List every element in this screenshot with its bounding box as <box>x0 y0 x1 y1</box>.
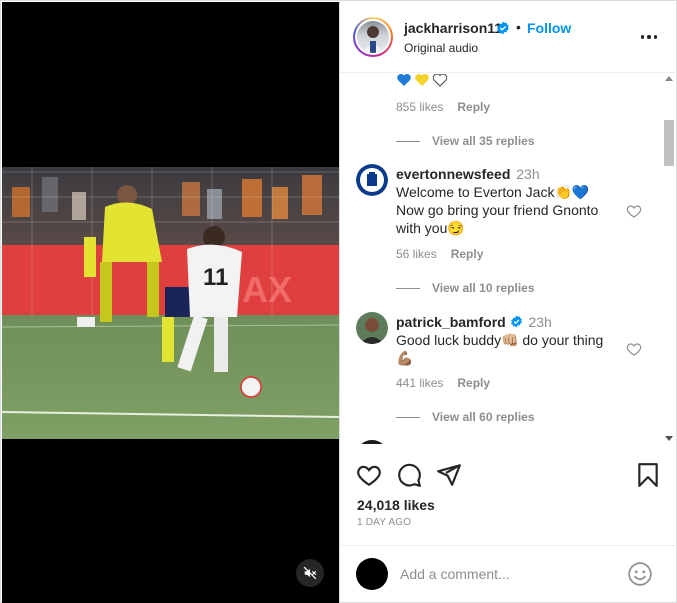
verified-badge-icon <box>497 21 509 35</box>
comment-likes[interactable]: 441 likes <box>396 376 443 390</box>
post-modal: AX 11 jackharrison11 • Follow Original a… <box>0 0 677 603</box>
comment-likes[interactable]: 56 likes <box>396 247 437 261</box>
comment-emoji-text <box>396 74 448 91</box>
verified-badge-icon <box>510 315 522 328</box>
comment-time[interactable]: 23h <box>516 166 539 182</box>
video-player[interactable]: AX 11 <box>2 167 339 439</box>
comment-body: kitson9292 1d <box>396 441 621 444</box>
scroll-down-arrow-icon[interactable] <box>665 436 673 441</box>
reply-button[interactable]: Reply <box>451 247 484 261</box>
like-comment-heart-icon[interactable] <box>626 341 642 357</box>
post-details-panel: jackharrison11 • Follow Original audio 8… <box>339 2 677 603</box>
commenter-avatar[interactable] <box>356 440 388 444</box>
media-pane: AX 11 <box>2 2 339 603</box>
more-options-icon[interactable] <box>637 27 661 47</box>
comment-icon[interactable] <box>396 462 422 488</box>
mute-button[interactable] <box>296 559 324 587</box>
like-count[interactable]: 24,018 likes <box>357 497 435 513</box>
heart-icon[interactable] <box>356 462 382 488</box>
avatar-image <box>356 312 388 344</box>
commenter-avatar[interactable] <box>356 312 388 344</box>
comment-body: patrick_bamford 23h Good luck buddy👊🏼 do… <box>396 313 621 367</box>
comment-username[interactable]: evertonnewsfeed <box>396 166 510 182</box>
heart-emoji-row-icon <box>397 74 448 87</box>
comment-meta: 855 likes Reply <box>396 100 490 114</box>
comment-body: evertonnewsfeed 23h Welcome to Everton J… <box>396 165 621 237</box>
comments-list[interactable]: 855 likes Reply View all 35 replies evert… <box>340 74 677 444</box>
follow-button[interactable]: Follow <box>527 20 571 36</box>
comment-likes[interactable]: 855 likes <box>396 100 443 114</box>
comment-time[interactable]: 23h <box>528 314 551 330</box>
svg-text:11: 11 <box>203 264 228 291</box>
comment-text: Welcome to Everton Jack👏💙 Now go bring y… <box>396 184 599 236</box>
comment-time[interactable]: 1d <box>474 442 490 444</box>
add-comment-bar <box>340 545 677 603</box>
comment-meta: 441 likes Reply <box>396 376 490 390</box>
like-comment-heart-icon[interactable] <box>626 203 642 219</box>
audio-label[interactable]: Original audio <box>404 41 478 55</box>
view-replies-button[interactable]: View all 35 replies <box>396 134 535 148</box>
comment-username[interactable]: kitson9292 <box>396 442 468 444</box>
author-avatar[interactable] <box>353 17 393 57</box>
post-header: jackharrison11 • Follow Original audio <box>340 2 677 73</box>
comment-input[interactable] <box>400 562 615 586</box>
comment-username[interactable]: patrick_bamford <box>396 314 506 330</box>
comments-scrollbar[interactable] <box>663 74 674 444</box>
everton-crest-icon <box>356 164 388 196</box>
separator-dot: • <box>516 19 521 35</box>
view-replies-button[interactable]: View all 10 replies <box>396 281 535 295</box>
svg-text:AX: AX <box>242 269 292 310</box>
view-replies-label: View all 60 replies <box>432 410 535 424</box>
author-username[interactable]: jackharrison11 <box>404 20 502 36</box>
view-replies-label: View all 35 replies <box>432 134 535 148</box>
comment-meta: 56 likes Reply <box>396 247 483 261</box>
video-frame: AX 11 <box>2 167 339 439</box>
view-replies-button[interactable]: View all 60 replies <box>396 410 535 424</box>
scroll-thumb[interactable] <box>664 120 674 166</box>
reply-button[interactable]: Reply <box>457 100 490 114</box>
post-actions <box>340 460 677 490</box>
commenter-avatar[interactable] <box>356 164 388 196</box>
bookmark-icon[interactable] <box>635 462 661 488</box>
send-icon[interactable] <box>436 462 462 488</box>
scroll-up-arrow-icon[interactable] <box>665 76 673 81</box>
avatar-image <box>363 26 383 53</box>
muted-speaker-icon <box>303 566 317 580</box>
post-timestamp[interactable]: 1 DAY AGO <box>357 517 411 528</box>
comment-text: Good luck buddy👊🏼 do your thing 💪🏽 <box>396 332 604 366</box>
reply-button[interactable]: Reply <box>457 376 490 390</box>
view-replies-label: View all 10 replies <box>432 281 535 295</box>
emoji-icon[interactable] <box>627 561 653 587</box>
avatar <box>356 558 388 590</box>
